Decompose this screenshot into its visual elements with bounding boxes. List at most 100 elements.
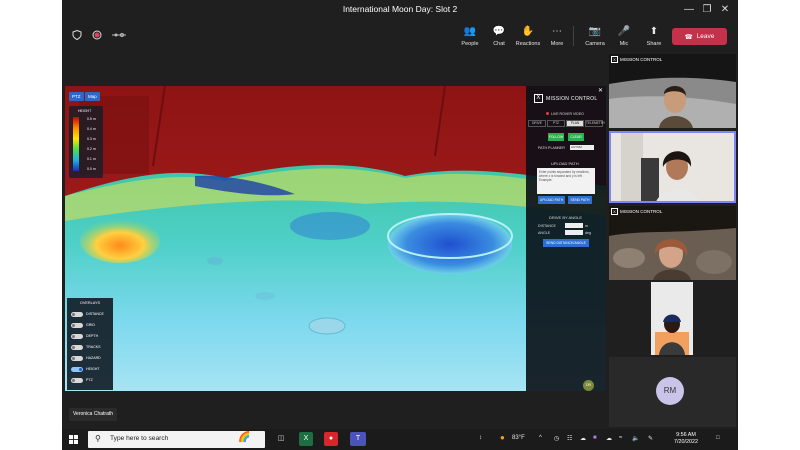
toggle-switch[interactable] [71, 355, 83, 361]
send-path-button[interactable]: SEND PATH [568, 196, 592, 204]
tab-drive[interactable]: DRIVE [528, 120, 546, 127]
tray-app-icon[interactable]: ◷ [554, 435, 559, 442]
toggle-switch[interactable] [71, 366, 83, 372]
overlay-label: PTZ [86, 378, 93, 382]
teams-tray-icon[interactable]: ■ [593, 435, 597, 441]
map-chip[interactable]: Map [85, 92, 100, 101]
clear-button[interactable]: CLEAR [568, 133, 584, 141]
onedrive-icon[interactable]: ☁ [580, 435, 586, 442]
tray-scroll-icon[interactable]: ↕ [479, 435, 482, 441]
more-button[interactable]: ⋯ More [541, 25, 573, 47]
acrobat-icon[interactable]: ● [324, 432, 338, 446]
overlay-toggle-depth[interactable]: DEPTH [71, 333, 98, 339]
dr-avatar-badge: DR [583, 380, 594, 391]
overlay-toggle-tracks[interactable]: TRACKS [71, 344, 101, 350]
upload-path-button[interactable]: UPLOAD PATH [538, 196, 565, 204]
maximize-icon[interactable]: ❐ [700, 3, 714, 17]
drive-by-angle-title: DRIVE BY ANGLE [549, 215, 583, 220]
mission-tabs: DRIVE PTZ PLAN TELEMETRY [528, 120, 605, 127]
mission-control-title: MISSION CONTROL [546, 95, 598, 102]
follow-button[interactable]: FOLLOW [548, 133, 564, 141]
participant-tile[interactable] [609, 282, 736, 355]
mission-control-panel: ✕ X MISSION CONTROL LIVE ROVER VIDEO DRIV… [526, 86, 606, 391]
mission-control-x-icon: X [611, 208, 618, 215]
send-distance-angle-button[interactable]: SEND DISTANCE/ANGLE [543, 239, 589, 247]
task-view-icon[interactable]: ◫ [274, 432, 288, 446]
teams-icon[interactable]: T [350, 432, 366, 446]
overlay-label: HAZARD [86, 356, 101, 360]
overlay-label: DEPTH [86, 334, 99, 338]
pen-icon[interactable]: ✎ [648, 435, 653, 442]
overlay-toggle-grid[interactable]: GRID [71, 322, 95, 328]
participant-video [611, 133, 734, 201]
close-icon[interactable]: ✕ [718, 3, 732, 17]
people-button[interactable]: 👥 People [454, 25, 486, 47]
live-rover-video-link[interactable]: LIVE ROVER VIDEO [546, 112, 584, 116]
wifi-icon[interactable]: ≈ [619, 435, 622, 441]
participant-tag: X MISSION CONTROL [611, 56, 662, 63]
participant-video [651, 282, 693, 355]
path-planner-select[interactable]: AUTOM [570, 145, 594, 150]
overlay-toggle-height[interactable]: HEIGHT [71, 366, 100, 372]
people-icon: 👥 [463, 26, 477, 37]
overlay-toggle-ptz[interactable]: PTZ [71, 377, 93, 383]
excel-icon[interactable]: X [299, 432, 313, 446]
participant-tile[interactable]: X MISSION CONTROL [609, 54, 736, 128]
people-label: People [461, 41, 479, 47]
weather-sun-icon: ● [500, 433, 505, 442]
notifications-icon[interactable]: □ [716, 435, 720, 441]
toggle-switch[interactable] [71, 322, 83, 328]
windows-start-icon[interactable] [69, 435, 78, 444]
angle-unit: deg [585, 231, 591, 235]
minimize-icon[interactable]: — [682, 3, 696, 17]
legend-tick: 0.1 m [87, 157, 96, 161]
legend-tick: 0.5 m [87, 117, 96, 121]
participant-tile[interactable]: X MISSION CONTROL [609, 206, 736, 280]
mission-control-x-icon: X [611, 56, 618, 63]
tab-ptz[interactable]: PTZ [547, 120, 565, 127]
participant-tile[interactable]: RM [609, 357, 736, 427]
path-points-textarea[interactable]: Enter points separated by newlines, wher… [537, 168, 595, 194]
tab-telemetry[interactable]: TELEMETRY [585, 120, 605, 127]
taskbar-clock[interactable]: 9:56 AM 7/20/2022 [666, 432, 706, 446]
participant-tile-active-speaker[interactable] [609, 131, 736, 203]
overlay-toggle-distance[interactable]: DISTANCE [71, 311, 104, 317]
toggle-switch[interactable] [71, 311, 83, 317]
reactions-button[interactable]: ✋ Reactions [512, 25, 544, 47]
overlay-toggle-hazard[interactable]: HAZARD [71, 355, 101, 361]
tab-plan[interactable]: PLAN [566, 120, 584, 127]
height-legend: HEIGHT 0.5 m 0.4 m 0.3 m 0.2 m 0.1 m 0.0… [69, 106, 103, 178]
mic-off-icon: 🎤 [617, 26, 631, 37]
distance-input[interactable] [565, 223, 583, 228]
taskbar-search-box[interactable]: ⚲ Type here to search 🌈 [88, 431, 265, 448]
mic-button[interactable]: 🎤 Mic [608, 25, 640, 47]
toolbar-divider [573, 26, 574, 46]
share-button[interactable]: ⬆ Share [638, 25, 670, 47]
temperature-label[interactable]: 83°F [512, 435, 525, 441]
camera-button[interactable]: 📷 Camera [579, 25, 611, 47]
angle-input[interactable] [565, 230, 583, 235]
rover-simulation[interactable]: PTZ Map HEIGHT 0.5 m 0.4 m 0.3 m 0.2 m 0… [65, 86, 606, 391]
toggle-switch[interactable] [71, 377, 83, 383]
cloud-icon[interactable]: ☁ [606, 435, 612, 442]
angle-label: ANGLE [538, 231, 551, 235]
volume-icon[interactable]: 🔈 [632, 435, 639, 442]
chevron-up-icon[interactable]: ^ [539, 435, 542, 441]
lunar-terrain-heightmap [65, 86, 606, 391]
chat-button[interactable]: 💬 Chat [483, 25, 515, 47]
panel-close-icon[interactable]: ✕ [598, 87, 603, 94]
legend-tick: 0.2 m [87, 147, 96, 151]
leave-button[interactable]: ☎ Leave [672, 28, 727, 45]
toggle-switch[interactable] [71, 344, 83, 350]
window-title: International Moon Day: Slot 2 [342, 4, 458, 14]
network-icon[interactable]: ☷ [567, 435, 572, 442]
ptz-chip[interactable]: PTZ [69, 92, 84, 101]
share-label: Share [646, 41, 662, 47]
chat-label: Chat [493, 41, 505, 47]
phone-hangup-icon: ☎ [684, 33, 693, 41]
participant-tag: X MISSION CONTROL [611, 208, 662, 215]
toggle-switch[interactable] [71, 333, 83, 339]
share-icon: ⬆ [649, 26, 659, 37]
title-bar: International Moon Day: Slot 2 — ❐ ✕ [62, 0, 738, 20]
distance-label: DISTANCE [538, 224, 556, 228]
